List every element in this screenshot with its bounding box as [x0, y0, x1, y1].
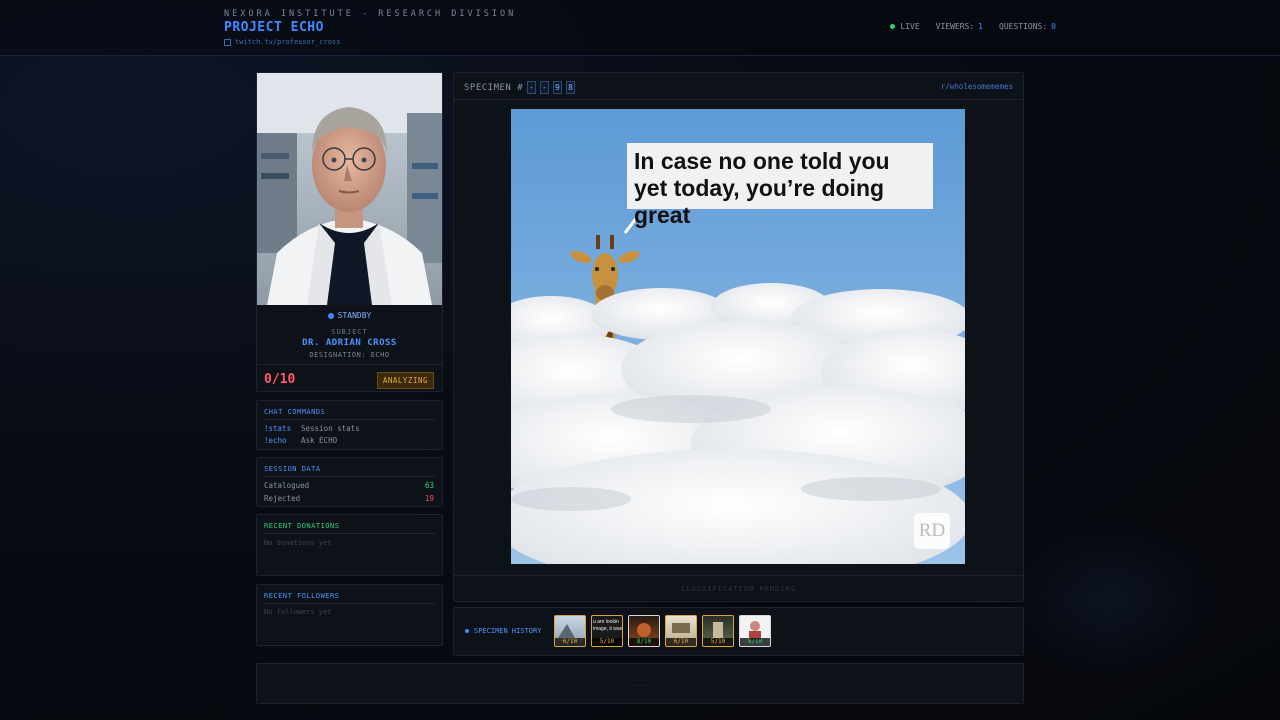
session-data-panel: SESSION DATA Catalogued 63 Rejected 19 — [256, 457, 443, 507]
command-desc: Ask ECHO — [301, 436, 338, 445]
thumb-score: 5/10 — [703, 638, 733, 646]
subject-portrait — [257, 73, 442, 305]
session-data-title: SESSION DATA — [264, 465, 321, 473]
twitch-icon — [224, 38, 231, 46]
command-row: !stats Session stats — [264, 424, 360, 433]
command-desc: Session stats — [301, 424, 360, 433]
history-thumbnail[interactable]: 6/10 — [665, 615, 697, 647]
followers-title: RECENT FOLLOWERS — [264, 592, 340, 600]
specimen-history-panel: SPECIMEN HISTORY 6/10 u are lookin image… — [453, 607, 1024, 656]
meme-image: In case no one told you yet today, you’r… — [511, 109, 965, 564]
classification-status: CLASSIFICATION PENDING — [454, 575, 1023, 601]
thumb-caption: u are lookin image, it was — [593, 619, 623, 632]
live-dot-icon — [890, 24, 896, 29]
specimen-digit: 9 — [553, 81, 563, 94]
page-title: PROJECT ECHO — [224, 20, 324, 35]
followers-panel: RECENT FOLLOWERS No followers yet — [256, 584, 443, 646]
thumb-score: 8/10 — [740, 638, 770, 646]
thumb-score: 6/10 — [555, 638, 585, 646]
command-key: !stats — [264, 424, 292, 433]
viewers-count: 1 — [978, 22, 983, 31]
questions-stat: QUESTIONS: 0 — [999, 22, 1056, 31]
channel-url: twitch.tv/professor_cross — [235, 38, 341, 46]
history-thumbnail[interactable]: u are lookin image, it was 5/10 — [591, 615, 623, 647]
subject-card: STANDBY SUBJECT DR. ADRIAN CROSS DESIGNA… — [256, 72, 443, 392]
specimen-digit: - — [527, 81, 537, 94]
divider — [264, 533, 435, 534]
chat-commands-title: CHAT COMMANDS — [264, 408, 326, 416]
specimen-digit: 8 — [566, 81, 576, 94]
catalogued-count: 63 — [424, 481, 434, 490]
status-dot-icon — [327, 312, 334, 319]
org-name: NEXORA INSTITUTE - RESEARCH DIVISION — [224, 9, 517, 19]
rd-logo-watermark: RD — [914, 513, 950, 549]
catalogued-row: Catalogued 63 — [264, 481, 434, 490]
followers-empty: No followers yet — [264, 608, 332, 616]
viewers-stat: VIEWERS: 1 — [935, 22, 983, 31]
divider — [264, 603, 435, 604]
divider — [257, 364, 442, 365]
subject-designation: DESIGNATION: ECHO — [309, 351, 390, 359]
subreddit-link[interactable]: r/wholesomememes — [941, 82, 1013, 91]
footer-bar: ... — [256, 663, 1024, 704]
thumb-score: 6/10 — [666, 638, 696, 646]
history-thumbnail[interactable]: 8/10 — [739, 615, 771, 647]
divider — [264, 419, 435, 420]
subject-status: STANDBY — [257, 311, 442, 320]
divider — [264, 476, 435, 477]
history-thumbnails: 6/10 u are lookin image, it was 5/10 8/1… — [554, 615, 771, 647]
subject-name: DR. ADRIAN CROSS — [302, 338, 397, 348]
questions-count: 0 — [1051, 22, 1056, 31]
donations-panel: RECENT DONATIONS No donations yet — [256, 514, 443, 576]
history-thumbnail[interactable]: 6/10 — [554, 615, 586, 647]
specimen-panel: SPECIMEN # - - 9 8 r/wholesomememes In c… — [453, 72, 1024, 602]
command-key: !echo — [264, 436, 287, 445]
specimen-number: SPECIMEN # - - 9 8 — [464, 81, 576, 94]
history-label: SPECIMEN HISTORY — [465, 627, 541, 635]
history-thumbnail[interactable]: 8/10 — [628, 615, 660, 647]
donations-empty: No donations yet — [264, 539, 332, 547]
footer-text: ... — [632, 679, 648, 688]
command-row: !echo Ask ECHO — [264, 436, 337, 445]
thumb-score: 5/10 — [592, 638, 622, 646]
history-thumbnail[interactable]: 5/10 — [702, 615, 734, 647]
channel-link[interactable]: twitch.tv/professor_cross — [224, 38, 340, 46]
meme-caption: In case no one told you yet today, you’r… — [627, 143, 933, 228]
subject-label: SUBJECT — [331, 328, 368, 336]
analyzing-badge: ANALYZING — [376, 372, 434, 389]
specimen-header: SPECIMEN # - - 9 8 r/wholesomememes — [454, 73, 1023, 100]
thumb-score: 8/10 — [629, 638, 659, 646]
stream-stats: LIVE VIEWERS: 1 QUESTIONS: 0 — [890, 22, 1056, 31]
top-header: NEXORA INSTITUTE - RESEARCH DIVISION PRO… — [0, 0, 1280, 56]
history-dot-icon — [465, 629, 469, 633]
rejected-count: 19 — [424, 494, 434, 503]
specimen-digit: - — [540, 81, 550, 94]
rejected-row: Rejected 19 — [264, 494, 434, 503]
donations-title: RECENT DONATIONS — [264, 522, 340, 530]
subject-score: 0/10 — [264, 372, 296, 387]
chat-commands-panel: CHAT COMMANDS !stats Session stats !echo… — [256, 400, 443, 450]
live-indicator: LIVE — [890, 22, 920, 31]
